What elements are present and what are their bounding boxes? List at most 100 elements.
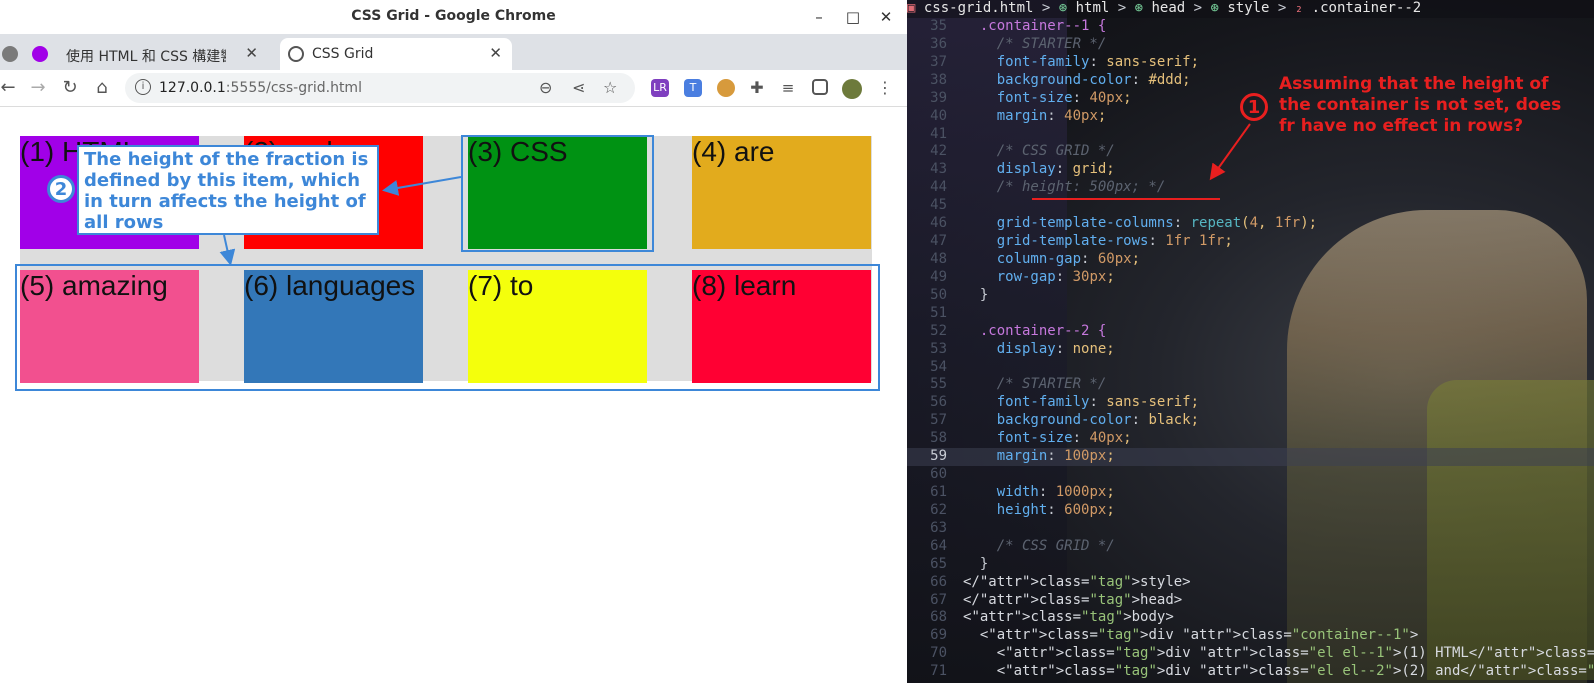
code-line[interactable]: 45 (907, 197, 1594, 215)
line-text[interactable]: height: 600px; (963, 502, 1115, 520)
line-text[interactable]: background-color: #ddd; (963, 72, 1191, 90)
code-line[interactable]: 52 .container--2 { (907, 323, 1594, 341)
line-text[interactable]: <"attr">class="tag">div "attr">class="el… (963, 645, 1594, 663)
code-line[interactable]: 42 /* CSS GRID */ (907, 143, 1594, 161)
code-line[interactable]: 53 display: none; (907, 341, 1594, 359)
cookie-extension-icon[interactable] (717, 79, 735, 97)
line-text[interactable]: display: none; (963, 341, 1115, 359)
close-window-icon[interactable]: ✕ (875, 6, 897, 28)
line-text[interactable]: /* CSS GRID */ (963, 143, 1115, 161)
line-text[interactable]: /* CSS GRID */ (963, 538, 1115, 556)
translate-extension-icon[interactable]: T (684, 79, 702, 97)
code-line[interactable]: 60 (907, 466, 1594, 484)
cube-icon: ⊛ (1210, 0, 1228, 16)
code-line[interactable]: 54 (907, 359, 1594, 377)
line-text[interactable]: /* STARTER */ (963, 376, 1107, 394)
code-line[interactable]: 59 margin: 100px; (907, 448, 1594, 467)
line-text[interactable]: <"attr">class="tag">div "attr">class="co… (963, 627, 1418, 645)
home-icon[interactable]: ⌂ (90, 76, 114, 100)
code-line[interactable]: 70 <"attr">class="tag">div "attr">class=… (907, 645, 1594, 663)
breadcrumb-style[interactable]: style (1227, 0, 1269, 16)
highlight-item-3 (461, 135, 654, 252)
code-line[interactable]: 35 .container--1 { (907, 18, 1594, 36)
forward-icon[interactable]: → (26, 76, 50, 100)
tab-close-icon[interactable]: ✕ (489, 44, 502, 62)
line-number: 65 (930, 555, 947, 572)
breadcrumb-html[interactable]: html (1076, 0, 1110, 16)
code-line[interactable]: 63 (907, 520, 1594, 538)
kebab-menu-icon[interactable]: ⋮ (876, 79, 894, 97)
line-text[interactable]: column-gap: 60px; (963, 251, 1140, 269)
line-text[interactable]: /* height: 500px; */ (963, 179, 1166, 197)
back-icon[interactable]: ← (0, 76, 20, 100)
code-line[interactable]: 44 /* height: 500px; */ (907, 179, 1594, 197)
profile-avatar[interactable] (842, 79, 862, 99)
zoom-icon[interactable]: ⊖ (539, 78, 552, 97)
code-line[interactable]: 36 /* STARTER */ (907, 36, 1594, 54)
line-text[interactable]: grid-template-columns: repeat(4, 1fr); (963, 215, 1317, 233)
tab-html-css-course[interactable]: 使用 HTML 和 CSS 構建響應 ✕ (0, 38, 268, 70)
minimize-icon[interactable]: – (808, 6, 830, 28)
puzzle-extensions-icon[interactable]: ✚ (748, 79, 766, 97)
side-panel-icon[interactable] (812, 79, 828, 95)
line-text[interactable]: margin: 100px; (963, 448, 1115, 466)
reload-icon[interactable]: ↻ (58, 76, 82, 100)
breadcrumb-file[interactable]: css-grid.html (924, 0, 1034, 16)
bookmark-star-icon[interactable]: ☆ (603, 78, 617, 97)
line-text[interactable]: /* STARTER */ (963, 36, 1107, 54)
code-line[interactable]: 43 display: grid; (907, 161, 1594, 179)
code-line[interactable]: 46 grid-template-columns: repeat(4, 1fr)… (907, 215, 1594, 233)
share-icon[interactable]: ⋖ (572, 78, 585, 97)
playlist-icon[interactable]: ≡ (779, 79, 797, 97)
code-line[interactable]: 66 </"attr">class="tag">style> (907, 574, 1594, 592)
line-number: 69 (930, 627, 947, 644)
line-text[interactable]: .container--1 { (963, 18, 1106, 36)
line-text[interactable]: } (963, 287, 988, 305)
line-text[interactable]: </"attr">class="tag">head> (963, 592, 1182, 610)
line-text[interactable]: font-size: 40px; (963, 90, 1132, 108)
line-text[interactable]: grid-template-rows: 1fr 1fr; (963, 233, 1233, 251)
breadcrumb-head[interactable]: head (1151, 0, 1185, 16)
site-info-icon[interactable]: i (135, 79, 151, 95)
breadcrumb-selector[interactable]: .container--2 (1312, 0, 1422, 16)
line-text[interactable]: .container--2 { (963, 323, 1106, 341)
course-favicon-icon (32, 46, 48, 62)
line-text[interactable]: width: 1000px; (963, 484, 1115, 502)
code-line[interactable]: 58 font-size: 40px; (907, 430, 1594, 448)
line-text[interactable]: margin: 40px; (963, 108, 1107, 126)
line-text[interactable]: display: grid; (963, 161, 1115, 179)
window-title: CSS Grid - Google Chrome (351, 8, 556, 24)
code-line[interactable]: 51 (907, 305, 1594, 323)
code-line[interactable]: 56 font-family: sans-serif; (907, 394, 1594, 412)
line-text[interactable]: font-family: sans-serif; (963, 394, 1199, 412)
code-line[interactable]: 61 width: 1000px; (907, 484, 1594, 502)
line-text[interactable]: </"attr">class="tag">style> (963, 574, 1191, 592)
code-line[interactable]: 50 } (907, 287, 1594, 305)
address-bar[interactable]: i 127.0.0.1:5555/css-grid.html ⊖ ⋖ ☆ (125, 73, 635, 103)
line-text[interactable]: } (963, 556, 988, 574)
line-text[interactable]: font-family: sans-serif; (963, 54, 1199, 72)
lr-extension-icon[interactable]: LR (651, 79, 669, 97)
line-number: 46 (930, 215, 947, 232)
line-text[interactable]: <"attr">class="tag">body> (963, 609, 1174, 627)
code-line[interactable]: 55 /* STARTER */ (907, 376, 1594, 394)
code-line[interactable]: 48 column-gap: 60px; (907, 251, 1594, 269)
code-line[interactable]: 62 height: 600px; (907, 502, 1594, 520)
code-line[interactable]: 65 } (907, 556, 1594, 574)
code-line[interactable]: 47 grid-template-rows: 1fr 1fr; (907, 233, 1594, 251)
code-line[interactable]: 49 row-gap: 30px; (907, 269, 1594, 287)
tab-css-grid[interactable]: CSS Grid ✕ (280, 38, 512, 70)
tab-close-icon[interactable]: ✕ (245, 44, 258, 62)
line-text[interactable]: row-gap: 30px; (963, 269, 1115, 287)
maximize-icon[interactable]: □ (842, 6, 864, 28)
code-line[interactable]: 71 <"attr">class="tag">div "attr">class=… (907, 663, 1594, 681)
code-line[interactable]: 69 <"attr">class="tag">div "attr">class=… (907, 627, 1594, 645)
line-text[interactable]: <"attr">class="tag">div "attr">class="el… (963, 663, 1594, 681)
line-text[interactable]: font-size: 40px; (963, 430, 1132, 448)
code-line[interactable]: 37 font-family: sans-serif; (907, 54, 1594, 72)
code-line[interactable]: 57 background-color: black; (907, 412, 1594, 430)
line-text[interactable]: background-color: black; (963, 412, 1199, 430)
code-line[interactable]: 68 <"attr">class="tag">body> (907, 609, 1594, 627)
code-line[interactable]: 67 </"attr">class="tag">head> (907, 592, 1594, 610)
code-line[interactable]: 64 /* CSS GRID */ (907, 538, 1594, 556)
